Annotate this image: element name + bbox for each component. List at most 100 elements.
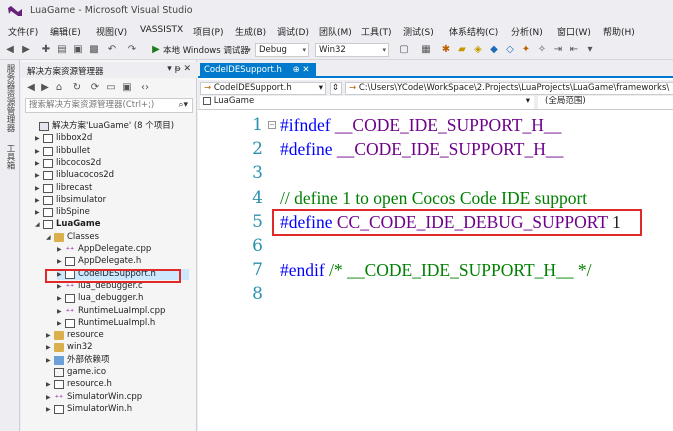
menu-item[interactable]: 生成(B) bbox=[235, 25, 266, 38]
search-icon[interactable]: ⌕▾ bbox=[178, 99, 188, 112]
collapse-arrow-icon[interactable]: ◢ bbox=[35, 219, 43, 230]
global-scope-select[interactable]: (全局范围) bbox=[538, 96, 673, 109]
path-nav-select[interactable]: → C:\Users\YCode\WorkSpace\2.Projects\Lu… bbox=[345, 82, 673, 95]
code-area[interactable]: 1 #ifndef __CODE_IDE_SUPPORT_H__ 2 #define … bbox=[198, 112, 673, 431]
menu-item[interactable]: 项目(P) bbox=[193, 25, 223, 38]
menu-item[interactable]: 窗口(W) bbox=[557, 25, 591, 38]
solution-explorer-search[interactable]: 搜索解决方案资源管理器(Ctrl+;) ⌕▾ bbox=[25, 98, 193, 113]
uncomment-icon[interactable]: ✧ bbox=[536, 44, 548, 56]
menu-item[interactable]: VASSISTX bbox=[140, 25, 183, 35]
undo-icon[interactable]: ↶ bbox=[106, 44, 118, 56]
expand-arrow-icon[interactable]: ▶ bbox=[35, 170, 43, 181]
expand-arrow-icon[interactable]: ▶ bbox=[46, 330, 54, 341]
sync-icon[interactable]: ↻ bbox=[71, 82, 83, 94]
redo-icon[interactable]: ↷ bbox=[126, 44, 138, 56]
code-line[interactable]: #endif /* __CODE_IDE_SUPPORT_H__ */ bbox=[280, 260, 592, 281]
expand-arrow-icon[interactable]: ▶ bbox=[35, 207, 43, 218]
folder-icon[interactable]: ▰ bbox=[456, 44, 468, 56]
overflow-icon[interactable]: ▾ bbox=[584, 44, 596, 56]
outdent-icon[interactable]: ⇤ bbox=[568, 44, 580, 56]
expand-arrow-icon[interactable]: ▶ bbox=[46, 342, 54, 353]
solution-config-icon[interactable]: ▦ bbox=[420, 44, 432, 56]
tree-item[interactable]: ◢ Classes bbox=[46, 232, 206, 243]
platform-select[interactable]: Win32 ▾ bbox=[315, 43, 389, 57]
tree-item[interactable]: ◢ LuaGame bbox=[35, 219, 195, 230]
show-all-files-icon[interactable]: ▣ bbox=[121, 82, 133, 94]
expand-arrow-icon[interactable]: ▶ bbox=[46, 392, 54, 403]
tree-item[interactable]: ▶ ⁺⁺ AppDelegate.cpp bbox=[57, 244, 217, 255]
fold-toggle-icon[interactable]: − bbox=[268, 121, 276, 129]
tab-codeidesupport[interactable]: CodeIDESupport.h ⊕ ✕ bbox=[200, 63, 316, 78]
expand-arrow-icon[interactable]: ▶ bbox=[57, 306, 65, 317]
expand-arrow-icon[interactable]: ▶ bbox=[46, 355, 54, 366]
expand-arrow-icon[interactable]: ▶ bbox=[35, 183, 43, 194]
project-scope-select[interactable]: LuaGame ▾ bbox=[200, 96, 534, 109]
tree-item[interactable]: ▶ libsimulator bbox=[35, 195, 195, 206]
panel-pin-close-icon[interactable]: ▾ ᵽ ✕ bbox=[167, 64, 191, 74]
menu-item[interactable]: 体系结构(C) bbox=[449, 25, 498, 38]
expand-arrow-icon[interactable]: ▶ bbox=[35, 133, 43, 144]
build-icon[interactable]: ✱ bbox=[440, 44, 452, 56]
start-debug-icon[interactable]: ▶ bbox=[150, 44, 162, 56]
code-line[interactable]: // define 1 to open Cocos Code IDE suppo… bbox=[280, 188, 587, 209]
collapse-arrow-icon[interactable]: ◢ bbox=[46, 232, 54, 243]
menu-item[interactable]: 工具(T) bbox=[361, 25, 392, 38]
collapse-all-icon[interactable]: ▭ bbox=[105, 82, 117, 94]
tree-item[interactable]: ▶ RuntimeLuaImpl.h bbox=[57, 318, 217, 329]
code-line[interactable]: #define __CODE_IDE_SUPPORT_H__ bbox=[280, 139, 563, 160]
file-nav-select[interactable]: → CodeIDESupport.h ▾ bbox=[200, 82, 326, 95]
tree-item[interactable]: ▶ lua_debugger.h bbox=[57, 293, 217, 304]
configuration-select[interactable]: Debug ▾ bbox=[255, 43, 309, 57]
menu-item[interactable]: 团队(M) bbox=[319, 25, 352, 38]
tree-item[interactable]: ▶ AppDelegate.h bbox=[57, 256, 217, 267]
menu-item[interactable]: 帮助(H) bbox=[603, 25, 635, 38]
forward-icon[interactable]: ▶ bbox=[20, 44, 32, 56]
expand-arrow-icon[interactable]: ▶ bbox=[35, 146, 43, 157]
tree-item[interactable]: ▶ libbullet bbox=[35, 146, 195, 157]
tree-item[interactable]: 解决方案'LuaGame' (8 个项目) bbox=[31, 121, 191, 132]
expand-arrow-icon[interactable]: ▶ bbox=[46, 379, 54, 390]
toolbox-tab[interactable]: 工具箱 bbox=[4, 144, 16, 170]
tree-item[interactable]: ▶ ⁺⁺ RuntimeLuaImpl.cpp bbox=[57, 306, 217, 317]
bookmark-icon[interactable]: ◈ bbox=[472, 44, 484, 56]
tab-pin-close-icon[interactable]: ⊕ ✕ bbox=[293, 65, 310, 75]
tree-item[interactable]: ▶ SimulatorWin.h bbox=[46, 404, 206, 415]
comment-icon[interactable]: ✦ bbox=[520, 44, 532, 56]
tree-item[interactable]: ▶ win32 bbox=[46, 342, 206, 353]
bookmark-next-icon[interactable]: ◆ bbox=[488, 44, 500, 56]
menu-item[interactable]: 视图(V) bbox=[96, 25, 127, 38]
tree-item[interactable]: ▶ librecast bbox=[35, 183, 195, 194]
expand-arrow-icon[interactable]: ▶ bbox=[57, 293, 65, 304]
menu-item[interactable]: 调试(D) bbox=[277, 25, 309, 38]
open-file-icon[interactable]: ▤ bbox=[56, 44, 68, 56]
back-icon[interactable]: ◀ bbox=[25, 82, 37, 94]
expand-arrow-icon[interactable]: ▶ bbox=[57, 318, 65, 329]
tree-item[interactable]: ▶ resource.h bbox=[46, 379, 206, 390]
tree-item[interactable]: ▶ 外部依赖项 bbox=[46, 355, 206, 366]
new-project-icon[interactable]: ✚ bbox=[40, 44, 52, 56]
expand-arrow-icon[interactable]: ▶ bbox=[46, 404, 54, 415]
expand-arrow-icon[interactable]: ▶ bbox=[57, 244, 65, 255]
expand-arrow-icon[interactable]: ▶ bbox=[35, 158, 43, 169]
forward-icon[interactable]: ▶ bbox=[39, 82, 51, 94]
expand-arrow-icon[interactable]: ▶ bbox=[57, 256, 65, 267]
menu-item[interactable]: 测试(S) bbox=[403, 25, 434, 38]
bookmark-prev-icon[interactable]: ◇ bbox=[504, 44, 516, 56]
tree-item[interactable]: ▶ libluacocos2d bbox=[35, 170, 195, 181]
tree-item[interactable]: game.ico bbox=[46, 367, 206, 378]
save-icon[interactable]: ▣ bbox=[72, 44, 84, 56]
save-all-icon[interactable]: ▩ bbox=[88, 44, 100, 56]
home-icon[interactable]: ⌂ bbox=[53, 82, 65, 94]
menu-item[interactable]: 分析(N) bbox=[511, 25, 543, 38]
tree-item[interactable]: ▶ resource bbox=[46, 330, 206, 341]
tree-item[interactable]: ▶ libbox2d bbox=[35, 133, 195, 144]
code-line[interactable]: #ifndef __CODE_IDE_SUPPORT_H__ bbox=[280, 115, 561, 136]
expand-arrow-icon[interactable]: ▶ bbox=[35, 195, 43, 206]
tree-item[interactable]: ▶ libSpine bbox=[35, 207, 195, 218]
tree-item[interactable]: ▶ libcocos2d bbox=[35, 158, 195, 169]
tree-item[interactable]: ▶ ⁺⁺ SimulatorWin.cpp bbox=[46, 392, 206, 403]
server-explorer-tab[interactable]: 服务器资源管理器 bbox=[4, 64, 16, 132]
code-view-icon[interactable]: ‹› bbox=[139, 82, 151, 94]
split-nav-button[interactable]: ⇕ bbox=[330, 82, 342, 95]
start-debug-button[interactable]: 本地 Windows 调试器 bbox=[163, 44, 249, 56]
